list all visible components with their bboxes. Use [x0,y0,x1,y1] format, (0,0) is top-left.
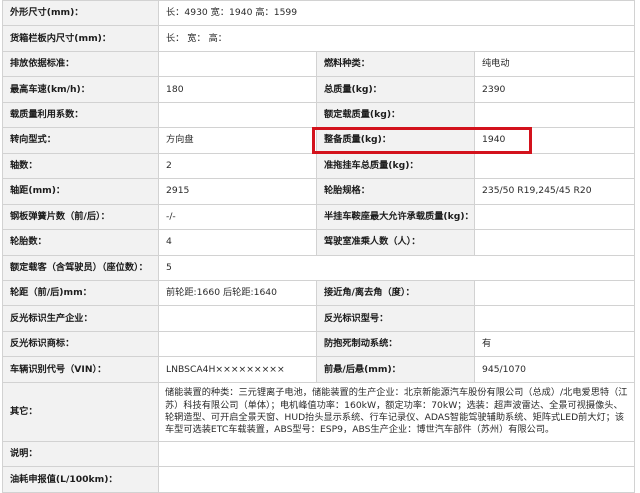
label-reflector-maker: 反光标识生产企业： [2,305,159,332]
label-saddle-load: 半挂车鞍座最大允许承载质量(kg)： [316,203,475,231]
value-gross-mass: 2390 [474,76,635,103]
value-seating: 5 [158,254,635,281]
value-vin: LNBSCA4H××××××××× [158,356,317,383]
value-tire-count: 4 [158,229,317,256]
label-cab-capacity: 驾驶室准乘人数（人）： [316,229,475,256]
label-leaf-springs: 钢板弹簧片数（前/后）： [2,203,159,231]
value-overhang: 945/1070 [474,356,635,383]
label-gross-mass: 总质量(kg)： [316,76,475,103]
value-cab-capacity [474,229,635,256]
table-row: 轮距（前/后)mm： 前轮距:1660 后轮距:1640 接近角/离去角（度）： [2,279,635,307]
label-max-speed: 最高车速(km/h)： [2,76,159,103]
value-approach-departure [474,279,635,307]
value-steering-type: 方向盘 [158,127,317,154]
label-load-utilization: 载质量利用系数： [2,101,159,129]
table-row: 其它： 储能装置的种类：三元锂离子电池，储能装置的生产企业：北京新能源汽车股份有… [2,381,635,442]
label-emission-standard: 排放依据标准： [2,50,159,78]
table-row: 说明： [2,440,635,468]
value-fuel-consumption [158,466,635,493]
value-dimensions: 长：4930 宽：1940 高：1599 [158,0,635,27]
label-tire-spec: 轮胎规格： [316,178,475,205]
label-other: 其它： [2,381,159,442]
value-leaf-springs: -/- [158,203,317,231]
value-wheelbase: 2915 [158,178,317,205]
label-steering-type: 转向型式： [2,127,159,154]
table-row: 外形尺寸(mm)： 长：4930 宽：1940 高：1599 [2,0,635,27]
table-row: 轴数： 2 准拖挂车总质量(kg)： [2,152,635,180]
value-emission-standard [158,50,317,78]
value-reflector-brand [158,330,317,358]
value-reflector-maker [158,305,317,332]
value-other: 储能装置的种类：三元锂离子电池，储能装置的生产企业：北京新能源汽车股份有限公司（… [158,381,635,442]
label-approach-departure: 接近角/离去角（度）： [316,279,475,307]
value-cargo-box-dimensions: 长： 宽： 高： [158,25,635,52]
value-abs: 有 [474,330,635,358]
table-row: 车辆识别代号（VIN）： LNBSCA4H××××××××× 前悬/后悬(mm)… [2,356,635,383]
value-notes [158,440,635,468]
label-reflector-brand: 反光标识商标： [2,330,159,358]
label-abs: 防抱死制动系统： [316,330,475,358]
value-load-utilization [158,101,317,129]
table-row: 载质量利用系数： 额定载质量(kg)： [2,101,635,129]
table-row: 油耗申报值(L/100km)： [2,466,635,493]
label-vin: 车辆识别代号（VIN）： [2,356,159,383]
table-row: 反光标识生产企业： 反光标识型号： [2,305,635,332]
table-row: 轮胎数： 4 驾驶室准乘人数（人）： [2,229,635,256]
label-fuel-consumption: 油耗申报值(L/100km)： [2,466,159,493]
table-row: 排放依据标准： 燃料种类： 纯电动 [2,50,635,78]
value-axle-count: 2 [158,152,317,180]
value-reflector-model [474,305,635,332]
label-dimensions: 外形尺寸(mm)： [2,0,159,27]
label-seating: 额定载客（含驾驶员）（座位数）： [2,254,159,281]
label-trailer-mass: 准拖挂车总质量(kg)： [316,152,475,180]
table-row: 货箱栏板内尺寸(mm)： 长： 宽： 高： [2,25,635,52]
value-curb-weight: 1940 [474,127,635,154]
vehicle-spec-table: 外形尺寸(mm)： 长：4930 宽：1940 高：1599 货箱栏板内尺寸(m… [2,0,635,493]
value-max-speed: 180 [158,76,317,103]
label-curb-weight: 整备质量(kg)： [316,127,475,154]
value-trailer-mass [474,152,635,180]
table-row: 钢板弹簧片数（前/后）： -/- 半挂车鞍座最大允许承载质量(kg)： [2,203,635,231]
label-wheelbase: 轴距(mm)： [2,178,159,205]
table-row: 反光标识商标： 防抱死制动系统： 有 [2,330,635,358]
label-axle-count: 轴数： [2,152,159,180]
label-tire-count: 轮胎数： [2,229,159,256]
table-row: 转向型式： 方向盘 整备质量(kg)： 1940 [2,127,635,154]
label-track-width: 轮距（前/后)mm： [2,279,159,307]
label-reflector-model: 反光标识型号： [316,305,475,332]
value-tire-spec: 235/50 R19,245/45 R20 [474,178,635,205]
label-notes: 说明： [2,440,159,468]
value-track-width: 前轮距:1660 后轮距:1640 [158,279,317,307]
value-saddle-load [474,203,635,231]
value-fuel-type: 纯电动 [474,50,635,78]
label-fuel-type: 燃料种类： [316,50,475,78]
label-overhang: 前悬/后悬(mm)： [316,356,475,383]
table-row: 额定载客（含驾驶员）（座位数）： 5 [2,254,635,281]
value-rated-load [474,101,635,129]
label-rated-load: 额定载质量(kg)： [316,101,475,129]
table-row: 最高车速(km/h)： 180 总质量(kg)： 2390 [2,76,635,103]
label-cargo-box-dimensions: 货箱栏板内尺寸(mm)： [2,25,159,52]
table-row: 轴距(mm)： 2915 轮胎规格： 235/50 R19,245/45 R20 [2,178,635,205]
